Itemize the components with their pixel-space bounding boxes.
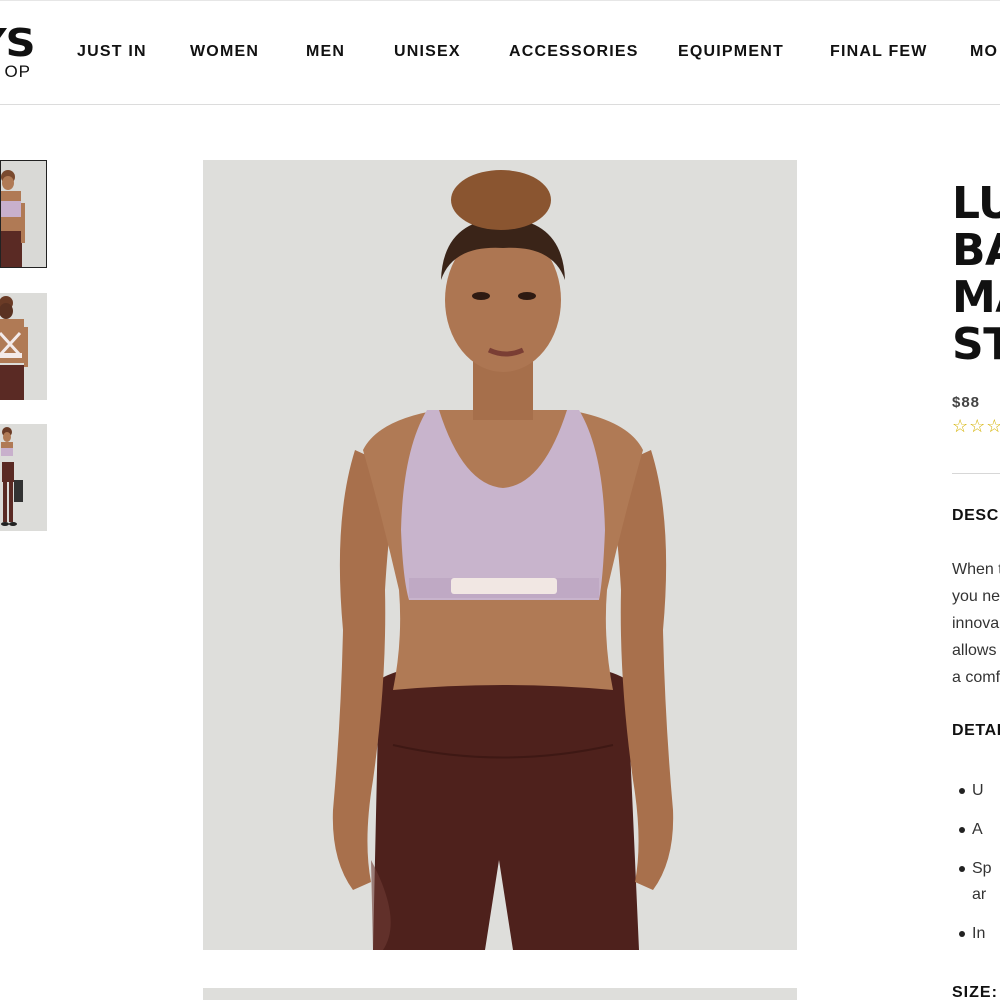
details-item: U bbox=[959, 778, 992, 804]
details-item-continued: ar bbox=[972, 886, 987, 903]
nav-more[interactable]: MO bbox=[970, 43, 998, 61]
logo-wordmark: YS bbox=[0, 23, 36, 65]
nav-equipment[interactable]: EQUIPMENT bbox=[678, 43, 784, 61]
details-list: U A Sp ar In bbox=[959, 778, 992, 960]
main-product-image[interactable] bbox=[203, 160, 797, 950]
model-sports-bra-photo bbox=[203, 160, 797, 950]
thumbnail-back[interactable] bbox=[0, 293, 47, 400]
nav-final-few[interactable]: FINAL FEW bbox=[830, 43, 928, 61]
product-info-panel: LU BA MA ST $88 ☆☆☆ DESC When t you ne i… bbox=[952, 170, 1000, 1000]
logo-subtext: OP bbox=[4, 62, 31, 81]
details-heading[interactable]: DETAI bbox=[952, 722, 1000, 740]
divider bbox=[952, 473, 1000, 474]
description-heading[interactable]: DESC bbox=[952, 507, 999, 525]
description-line: innova bbox=[952, 615, 1000, 632]
rating-stars[interactable]: ☆☆☆ bbox=[952, 416, 1000, 437]
site-header: YS OP JUST IN WOMEN MEN UNISEX ACCESSORI… bbox=[0, 0, 1000, 105]
nav-just-in[interactable]: JUST IN bbox=[77, 43, 147, 61]
thumbnail-front-image bbox=[1, 161, 46, 267]
thumbnail-full-body[interactable] bbox=[0, 424, 47, 531]
description-line: a comf bbox=[952, 669, 1000, 686]
product-title: LU BA MA ST bbox=[952, 178, 1000, 370]
nav-accessories[interactable]: ACCESSORIES bbox=[509, 43, 639, 61]
size-label: SIZE: bbox=[952, 984, 998, 1000]
description-line: When t bbox=[952, 561, 1000, 578]
thumbnail-full-body-image bbox=[0, 424, 47, 531]
nav-men[interactable]: MEN bbox=[306, 43, 345, 61]
nav-women[interactable]: WOMEN bbox=[190, 43, 259, 61]
thumbnail-front[interactable] bbox=[0, 160, 47, 268]
brand-logo[interactable]: YS OP bbox=[0, 23, 40, 83]
product-price: $88 bbox=[952, 394, 981, 411]
thumbnail-back-image bbox=[0, 293, 47, 400]
details-item: A bbox=[959, 817, 992, 843]
description-line: allows bbox=[952, 642, 997, 659]
details-item: In bbox=[959, 921, 992, 947]
description-line: you ne bbox=[952, 588, 1000, 605]
description-text: When t you ne innova allows a comf bbox=[952, 556, 1000, 691]
details-item: Sp bbox=[959, 856, 992, 882]
secondary-product-image[interactable] bbox=[203, 988, 797, 1000]
nav-unisex[interactable]: UNISEX bbox=[394, 43, 461, 61]
